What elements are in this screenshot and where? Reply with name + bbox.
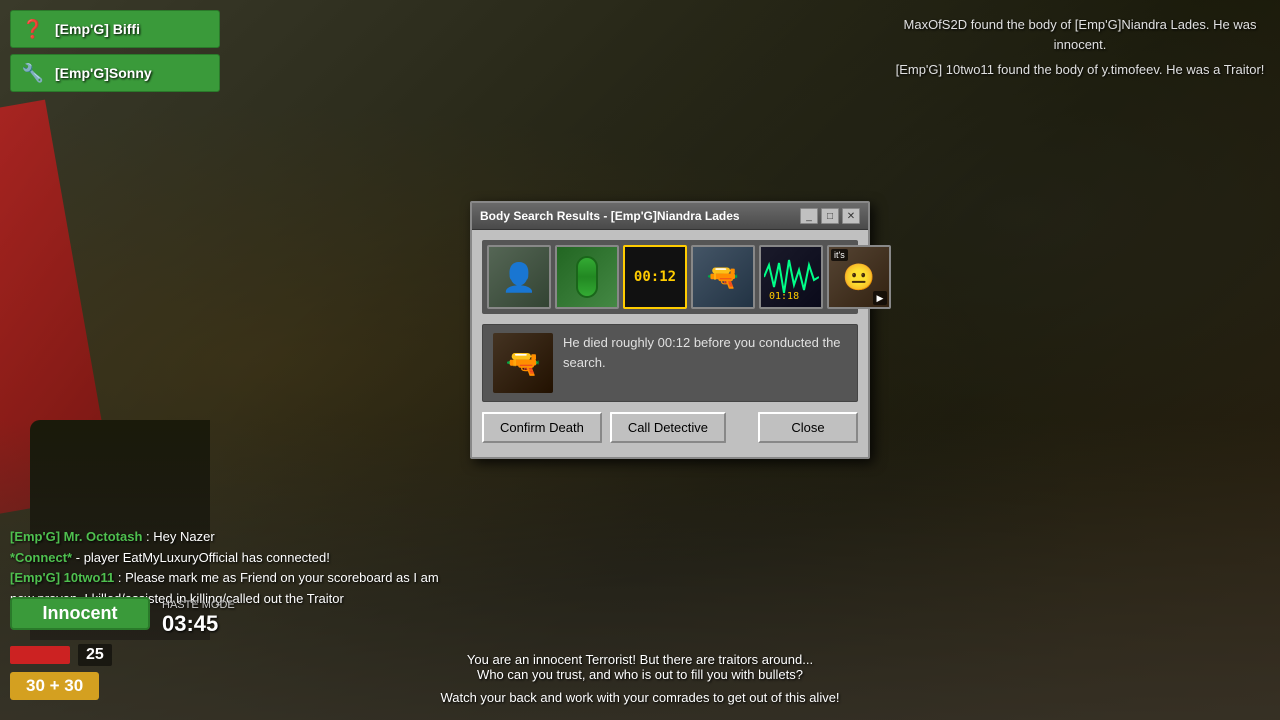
face-display: 😐 it's ▶ <box>829 247 889 307</box>
confirm-death-button[interactable]: Confirm Death <box>482 412 602 443</box>
evidence-avatar[interactable]: 👤 <box>487 245 551 309</box>
wave-svg: 01:18 <box>764 255 819 300</box>
death-text: He died roughly 00:12 before you conduct… <box>563 333 847 372</box>
modal-titlebar: Body Search Results - [Emp'G]Niandra Lad… <box>472 203 868 230</box>
role-pill <box>557 247 617 307</box>
maximize-button[interactable]: □ <box>821 208 839 224</box>
death-icon: 🔫 <box>493 333 553 393</box>
body-search-modal: Body Search Results - [Emp'G]Niandra Lad… <box>470 201 870 459</box>
modal-overlay: Body Search Results - [Emp'G]Niandra Lad… <box>0 0 1280 720</box>
modal-controls: _ □ ✕ <box>800 208 860 224</box>
evidence-face[interactable]: 😐 it's ▶ <box>827 245 891 309</box>
evidence-weapon[interactable]: 🔫 <box>691 245 755 309</box>
play-button[interactable]: ▶ <box>873 291 887 305</box>
evidence-strip: 👤 00:12 🔫 <box>482 240 858 314</box>
minimize-button[interactable]: _ <box>800 208 818 224</box>
evidence-role[interactable] <box>555 245 619 309</box>
its-badge: it's <box>831 249 848 261</box>
modal-title: Body Search Results - [Emp'G]Niandra Lad… <box>480 209 740 223</box>
wave-display: 01:18 <box>761 247 821 307</box>
evidence-wave[interactable]: 01:18 <box>759 245 823 309</box>
modal-buttons: Confirm Death Call Detective Close <box>482 412 858 447</box>
evidence-timer[interactable]: 00:12 <box>623 245 687 309</box>
close-button[interactable]: Close <box>758 412 858 443</box>
svg-text:01:18: 01:18 <box>769 291 799 300</box>
weapon-display: 🔫 <box>693 247 753 307</box>
avatar-display: 👤 <box>489 247 549 307</box>
modal-body: 👤 00:12 🔫 <box>472 230 868 457</box>
timer-value: 00:12 <box>634 269 676 285</box>
pill-shape <box>576 256 598 298</box>
call-detective-button[interactable]: Call Detective <box>610 412 726 443</box>
death-description-box: 🔫 He died roughly 00:12 before you condu… <box>482 324 858 402</box>
timer-display: 00:12 <box>625 247 685 307</box>
close-x-button[interactable]: ✕ <box>842 208 860 224</box>
